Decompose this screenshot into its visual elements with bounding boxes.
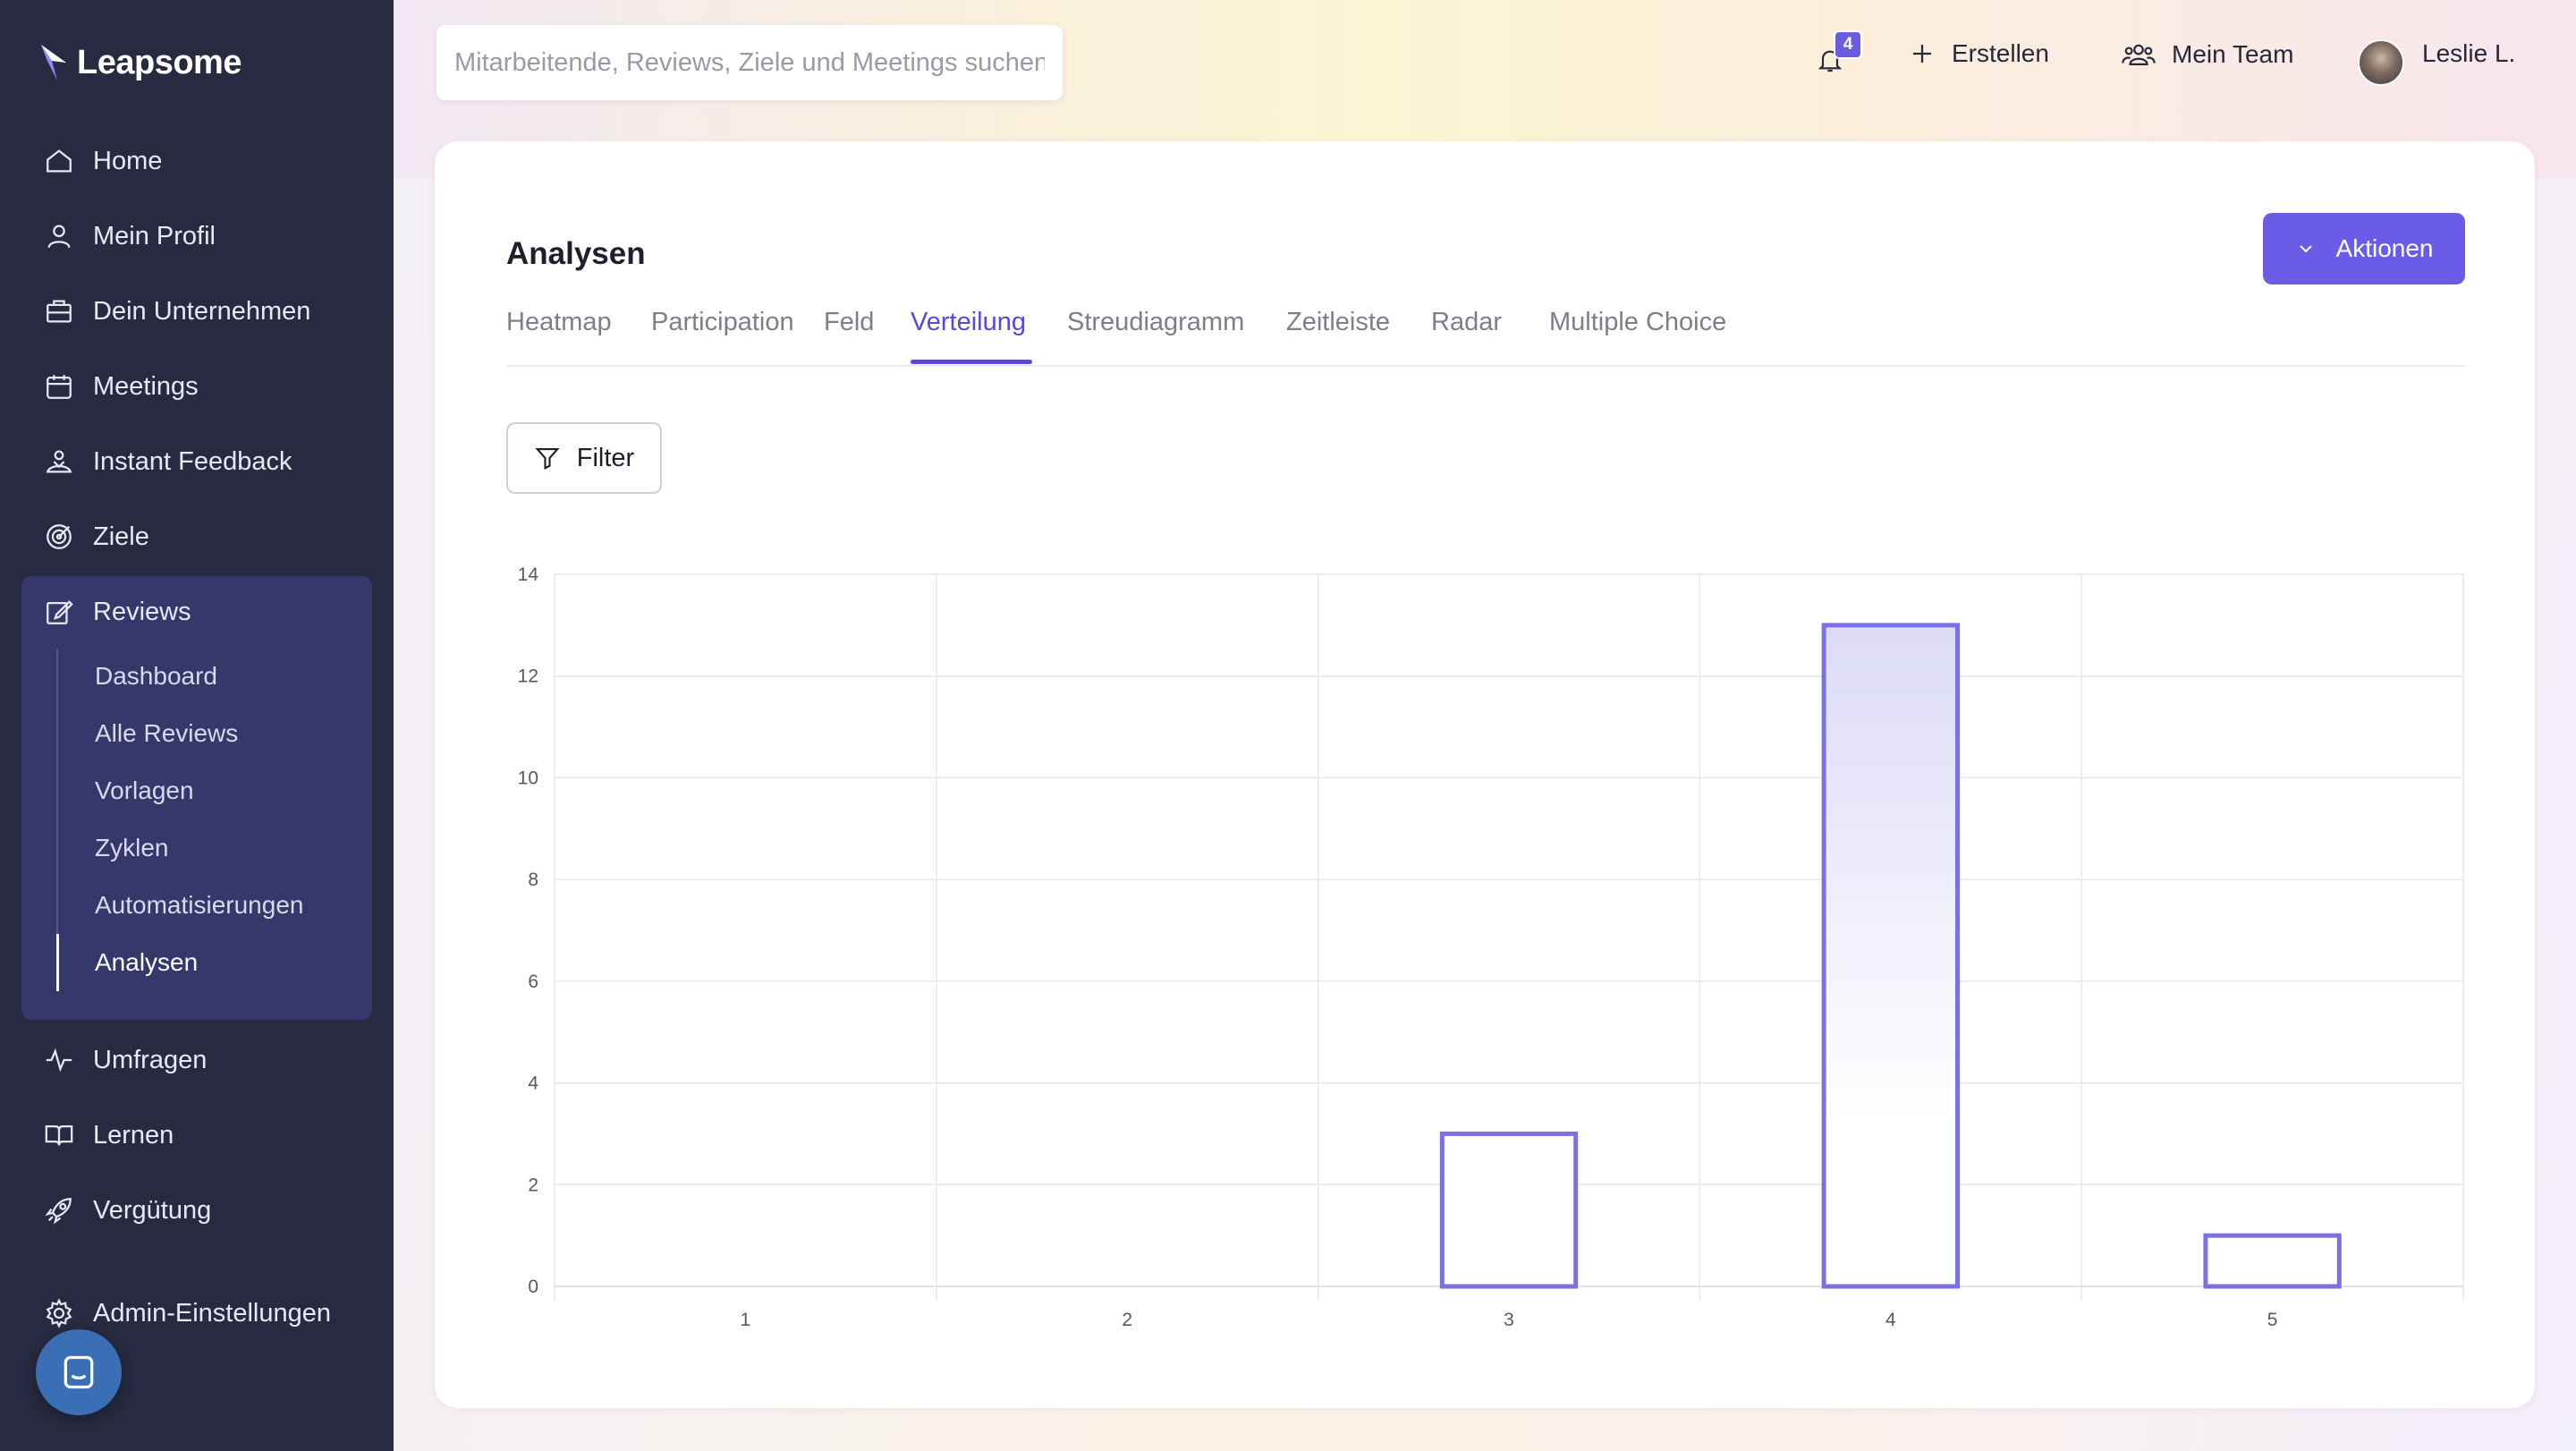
user-menu[interactable]: Leslie L. [2422, 39, 2515, 68]
user-avatar[interactable] [2358, 39, 2404, 86]
bar [1821, 623, 1960, 1289]
x-tick-label: 2 [1122, 1310, 1132, 1330]
chat-launcher-button[interactable] [36, 1329, 122, 1415]
sidebar-item-label: Lernen [93, 1120, 174, 1150]
sidebar-item-verguetung[interactable]: Vergütung [43, 1188, 211, 1233]
x-tick-label: 3 [1504, 1310, 1514, 1330]
sidebar-item-dein-unternehmen[interactable]: Dein Unternehmen [43, 289, 310, 334]
sidebar-item-home[interactable]: Home [43, 139, 162, 183]
y-tick-label: 12 [518, 666, 538, 687]
brand-name: Leapsome [77, 43, 242, 81]
sidebar-item-label: Meetings [93, 371, 199, 401]
y-tick-label: 8 [528, 870, 538, 890]
y-tick-label: 6 [528, 972, 538, 992]
create-button[interactable]: Erstellen [1909, 39, 2049, 68]
bar [1439, 1131, 1579, 1289]
user-name: Leslie L. [2422, 39, 2516, 67]
sidebar-item-label: Instant Feedback [93, 446, 292, 476]
y-tick-label: 10 [518, 768, 538, 788]
gear-icon [43, 1297, 75, 1329]
home-icon [43, 145, 75, 177]
search-input[interactable] [436, 25, 1063, 100]
sidebar-item-lernen[interactable]: Lernen [43, 1113, 174, 1158]
chart-labels: 024681012141 2 3 4 5 [518, 564, 2278, 1330]
notification-badge: 4 [1834, 30, 1862, 59]
plus-icon [1913, 45, 1931, 63]
x-tick-label: 5 [2267, 1310, 2278, 1330]
sidebar-item-label: Dein Unternehmen [93, 296, 311, 326]
sidebar: Leapsome Home Mein Profil Dein Unternehm… [0, 0, 394, 1451]
sidebar-subitem-vorlagen[interactable]: Vorlagen [95, 776, 194, 805]
sidebar-subitem-automatisierungen[interactable]: Automatisierungen [95, 891, 303, 920]
user-icon [43, 220, 75, 252]
sidebar-item-ziele[interactable]: Ziele [43, 514, 149, 559]
sidebar-subitem-dashboard[interactable]: Dashboard [95, 662, 217, 691]
sidebar-item-instant-feedback[interactable]: Instant Feedback [43, 439, 292, 484]
sidebar-subitem-zyklen[interactable]: Zyklen [95, 834, 168, 862]
team-icon [2122, 44, 2156, 65]
sidebar-item-label: Umfragen [93, 1045, 208, 1074]
analytics-card: Analysen Aktionen Heatmap Participation … [435, 141, 2535, 1408]
sidebar-item-umfragen[interactable]: Umfragen [43, 1038, 207, 1082]
y-tick-label: 14 [518, 564, 539, 585]
create-label: Erstellen [1952, 39, 2049, 67]
sidebar-item-admin-einstellungen[interactable]: Admin-Einstellungen [43, 1291, 331, 1336]
chat-icon [64, 1355, 94, 1389]
rocket-icon [43, 1194, 75, 1226]
book-icon [43, 1119, 75, 1151]
x-tick-label: 4 [1885, 1310, 1896, 1330]
sidebar-item-mein-profil[interactable]: Mein Profil [43, 214, 216, 259]
x-tick-label: 1 [741, 1310, 751, 1330]
bar [2203, 1233, 2342, 1289]
calendar-icon [43, 370, 75, 403]
leapsome-logo-icon [41, 45, 66, 81]
distribution-chart: 024681012141 2 3 4 5 [518, 564, 2464, 1330]
sidebar-item-label: Vergütung [93, 1195, 212, 1225]
edit-icon [43, 596, 75, 628]
sidebar-item-label: Admin-Einstellungen [93, 1298, 331, 1328]
y-tick-label: 2 [528, 1175, 538, 1195]
sidebar-item-label: Home [93, 146, 163, 175]
brand-logo[interactable]: Leapsome [39, 43, 242, 82]
sidebar-item-label: Ziele [93, 522, 149, 551]
y-tick-label: 4 [528, 1073, 538, 1094]
pulse-icon [43, 1044, 75, 1076]
feedback-icon [43, 445, 75, 478]
sidebar-item-label: Mein Profil [93, 221, 216, 250]
sidebar-subitem-alle-reviews[interactable]: Alle Reviews [95, 719, 238, 748]
sidebar-item-reviews[interactable]: Reviews [43, 590, 191, 634]
sidebar-item-meetings[interactable]: Meetings [43, 364, 199, 409]
sidebar-subitem-analysen[interactable]: Analysen [95, 948, 198, 977]
my-team-button[interactable]: Mein Team [2122, 39, 2293, 70]
briefcase-icon [43, 295, 75, 327]
sidebar-item-label: Reviews [93, 597, 191, 626]
target-icon [43, 521, 75, 553]
y-tick-label: 0 [528, 1277, 538, 1297]
submenu-active-indicator [56, 934, 59, 991]
my-team-label: Mein Team [2172, 40, 2294, 68]
chart-bars [1439, 623, 2342, 1289]
